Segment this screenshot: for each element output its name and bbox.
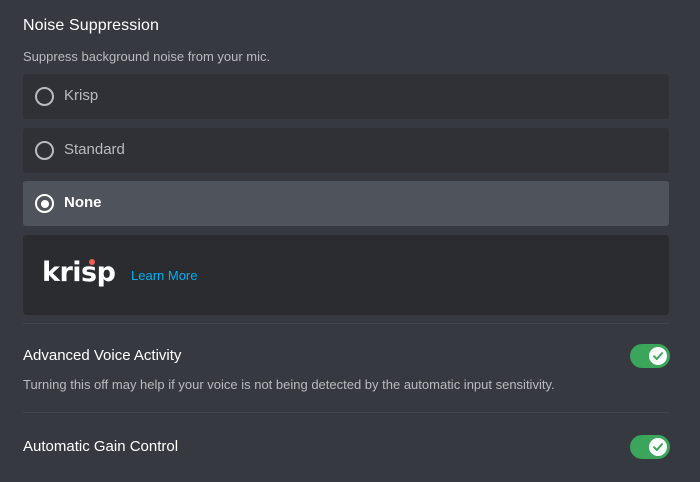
radio-label-standard: Standard bbox=[64, 141, 125, 158]
radio-checked-icon bbox=[35, 194, 54, 213]
toggle-knob bbox=[649, 347, 667, 365]
krisp-logo-dot-icon bbox=[89, 259, 95, 265]
radio-option-krisp[interactable]: Krisp bbox=[23, 74, 669, 119]
noise-suppression-title: Noise Suppression bbox=[23, 17, 159, 34]
advanced-voice-activity-title: Advanced Voice Activity bbox=[23, 347, 182, 364]
toggle-knob bbox=[649, 438, 667, 456]
advanced-voice-activity-toggle[interactable] bbox=[630, 344, 670, 368]
section-divider bbox=[23, 412, 669, 413]
learn-more-link[interactable]: Learn More bbox=[131, 268, 197, 283]
noise-suppression-description: Suppress background noise from your mic. bbox=[23, 49, 271, 64]
radio-label-none: None bbox=[64, 194, 102, 211]
radio-dot-icon bbox=[40, 199, 49, 208]
checkmark-icon bbox=[653, 443, 663, 451]
radio-option-standard[interactable]: Standard bbox=[23, 128, 669, 173]
automatic-gain-control-title: Automatic Gain Control bbox=[23, 438, 179, 455]
radio-label-krisp: Krisp bbox=[64, 87, 99, 104]
krisp-logo-text: krisp bbox=[42, 257, 116, 288]
automatic-gain-control-toggle[interactable] bbox=[630, 435, 670, 459]
radio-unchecked-icon bbox=[35, 141, 54, 160]
krisp-promo-card: krisp Learn More bbox=[23, 235, 669, 315]
advanced-voice-activity-description: Turning this off may help if your voice … bbox=[23, 377, 555, 392]
radio-option-none[interactable]: None bbox=[23, 181, 669, 226]
section-divider bbox=[23, 323, 669, 324]
radio-unchecked-icon bbox=[35, 87, 54, 106]
checkmark-icon bbox=[653, 352, 663, 360]
